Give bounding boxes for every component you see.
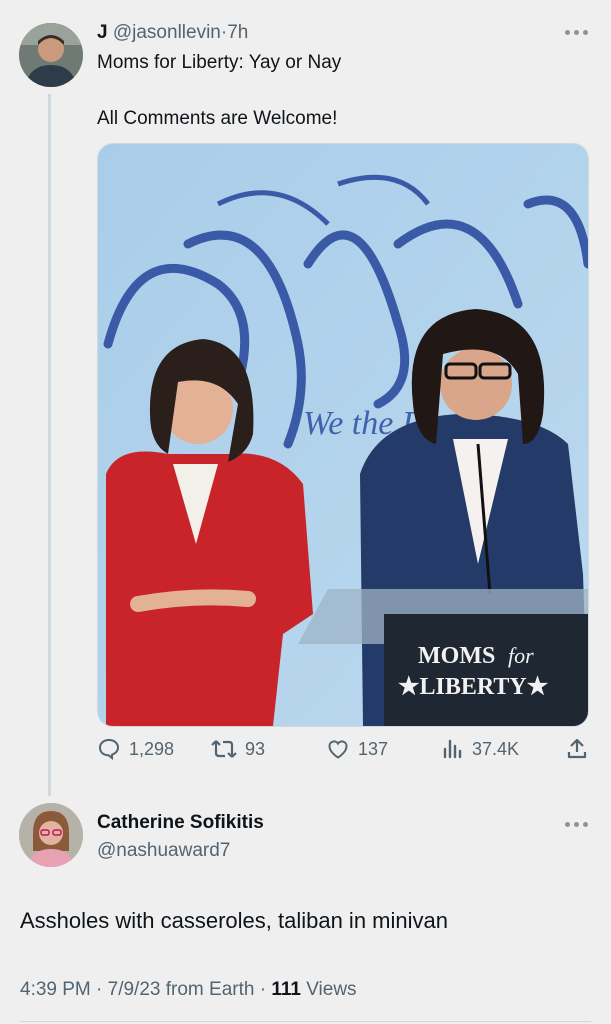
tweet-text-line1: Moms for Liberty: Yay or Nay: [97, 52, 342, 73]
retweet-count: 93: [245, 738, 266, 759]
sign-moms: MOMS: [418, 643, 495, 669]
reply-count: 1,298: [129, 738, 175, 759]
reply-text: Assholes with casseroles, taliban in min…: [20, 908, 448, 933]
views-button[interactable]: 37.4K: [442, 734, 519, 764]
tweet-time[interactable]: 7h: [227, 22, 248, 43]
media-photo: We the People MOMS for ★LIBERTY★: [98, 144, 588, 726]
divider: [20, 1021, 591, 1022]
tweet-media[interactable]: We the People MOMS for ★LIBERTY★: [97, 143, 589, 727]
thread-line: [48, 94, 51, 796]
reply-timestamp[interactable]: 4:39 PM · 7/9/23 from Earth ·: [20, 979, 271, 1000]
author-avatar[interactable]: [19, 23, 83, 87]
sign-for: for: [508, 643, 534, 668]
more-icon[interactable]: [565, 30, 589, 36]
like-button[interactable]: 137: [326, 734, 388, 764]
share-icon: [567, 738, 587, 759]
reply-views-count: 111: [271, 979, 301, 1000]
tweet-header: J @jasonllevin·7h: [97, 22, 248, 44]
avatar-photo: [19, 803, 83, 867]
author-handle[interactable]: @jasonllevin: [113, 22, 221, 43]
reply-button[interactable]: 1,298: [97, 734, 174, 764]
reply-author-avatar[interactable]: [19, 803, 83, 867]
sign-liberty: ★LIBERTY★: [398, 674, 549, 700]
like-icon: [328, 740, 348, 759]
views-icon: [443, 739, 462, 759]
retweet-button[interactable]: 93: [211, 734, 265, 764]
share-button[interactable]: [565, 734, 597, 764]
avatar-photo: [19, 23, 83, 87]
reply-author-handle[interactable]: @nashuaward7: [97, 840, 230, 862]
like-count: 137: [358, 738, 389, 759]
reply-author-name[interactable]: Catherine Sofikitis: [97, 812, 264, 834]
reply-more-icon[interactable]: [565, 822, 589, 828]
reply-icon: [98, 738, 120, 761]
views-count: 37.4K: [472, 738, 520, 759]
reply-views-label: Views: [306, 979, 357, 1000]
reply-meta: 4:39 PM · 7/9/23 from Earth · 111 Views: [20, 979, 357, 1001]
tweet-text-line2: All Comments are Welcome!: [97, 108, 338, 129]
retweet-icon: [211, 740, 237, 758]
author-name[interactable]: J: [97, 22, 108, 43]
